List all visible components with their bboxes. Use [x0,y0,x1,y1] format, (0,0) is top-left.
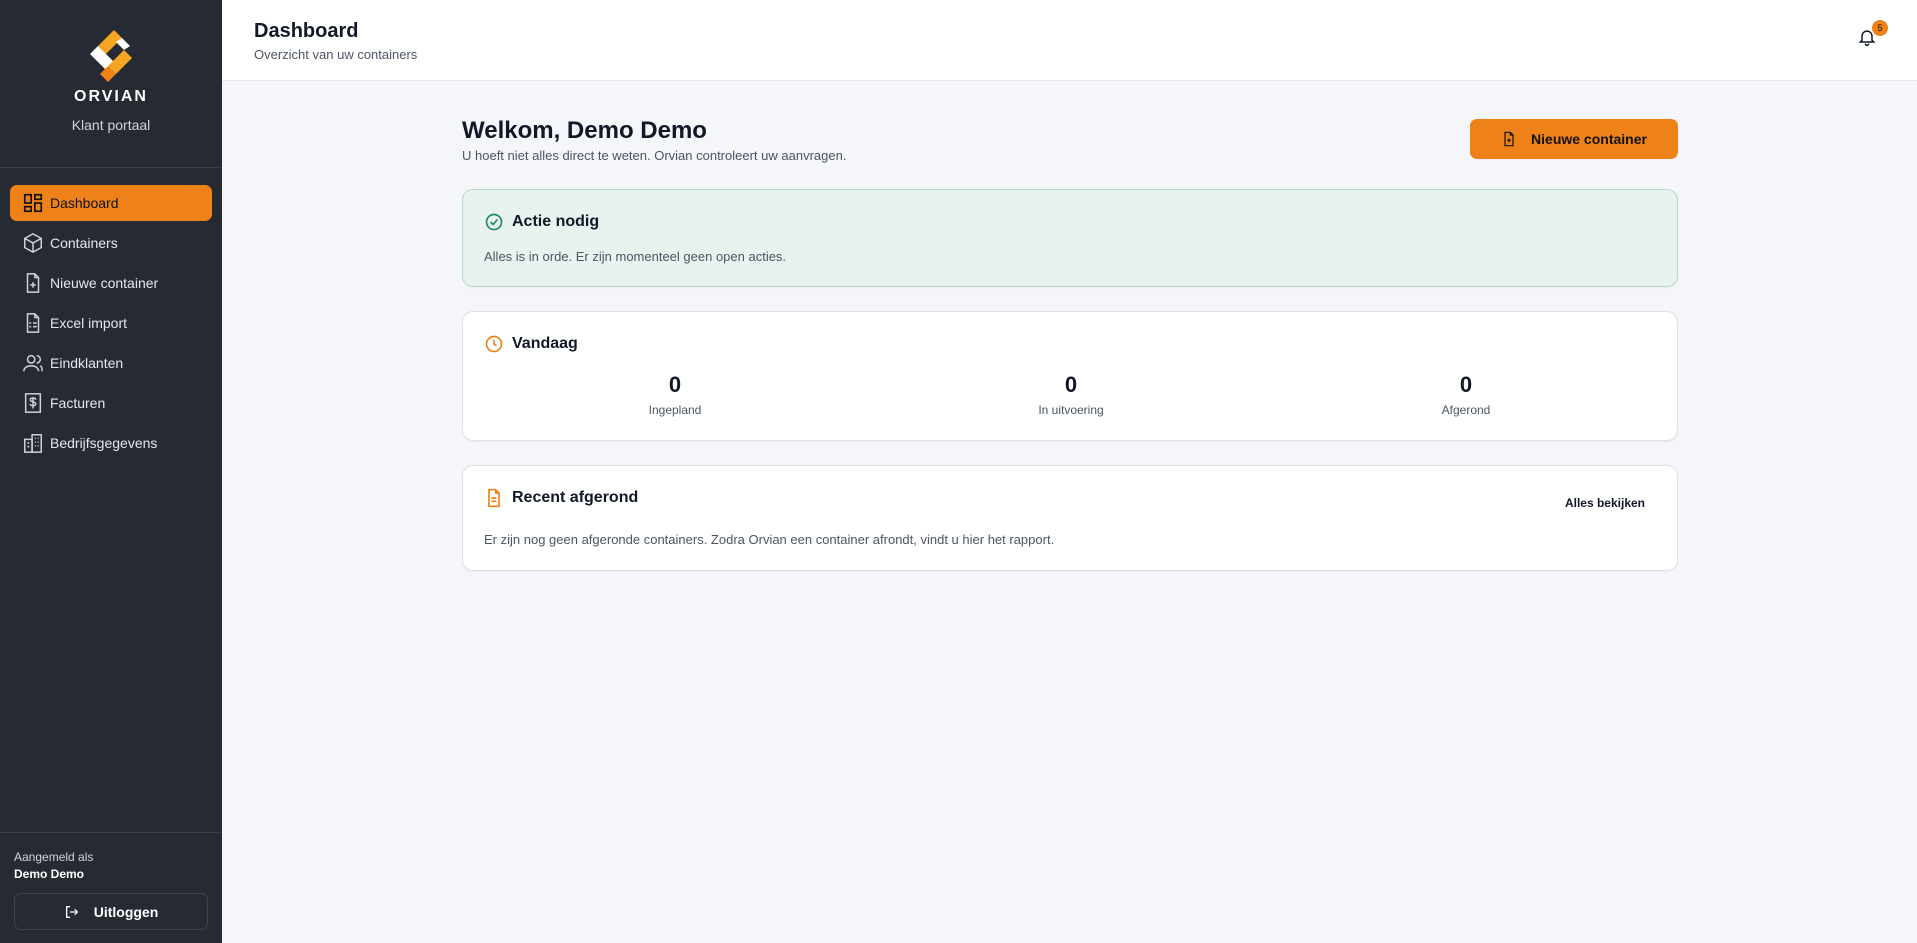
building-icon [22,432,44,454]
sidebar-item-bedrijfsgegevens[interactable]: Bedrijfsgegevens [10,425,212,461]
action-card: Actie nodig Alles is in orde. Er zijn mo… [462,189,1678,287]
file-plus-icon [22,272,44,294]
action-card-title-text: Actie nodig [512,213,600,230]
action-card-title: Actie nodig [484,212,599,232]
sidebar-item-label: Bedrijfsgegevens [50,435,158,451]
stat-label: Afgerond [1441,403,1491,417]
notification-badge: 5 [1872,20,1888,36]
recent-card-text: Er zijn nog geen afgeronde containers. Z… [484,532,1055,547]
stat-in-uitvoering: 0 In uitvoering [921,372,1221,417]
sidebar-item-dashboard[interactable]: Dashboard [10,185,212,221]
logout-label: Uitloggen [93,903,159,920]
box-icon [22,232,44,254]
sidebar-item-containers[interactable]: Containers [10,225,212,261]
stat-label: In uitvoering [1038,403,1104,417]
action-card-text: Alles is in orde. Er zijn momenteel geen… [484,249,787,264]
sidebar-item-label: Nieuwe container [50,275,159,291]
welcome-subtitle: U hoeft niet alles direct te weten. Orvi… [462,148,847,163]
stat-value: 0 [668,372,682,397]
sidebar-item-label: Facturen [50,395,106,411]
sidebar: ORVIAN Klant portaal Dashboard Container… [0,0,222,943]
page-subtitle: Overzicht van uw containers [254,47,418,62]
brand-name: ORVIAN [74,88,148,105]
stat-value: 0 [1459,372,1473,397]
recent-card-title-text: Recent afgerond [512,489,639,506]
today-card-title-text: Vandaag [512,335,578,352]
check-circle-icon [485,213,503,231]
document-icon [488,488,500,508]
stat-ingepland: 0 Ingepland [525,372,825,417]
file-plus-icon [1504,131,1514,147]
user-name: Demo Demo [14,867,85,881]
today-card-title: Vandaag [484,334,578,354]
sidebar-nav: Dashboard Containers Nieuwe container Ex… [0,168,222,461]
page-title: Dashboard [254,20,359,42]
new-container-button[interactable]: Nieuwe container [1470,119,1678,159]
sidebar-item-excel-import[interactable]: Excel import [10,305,212,341]
brand: ORVIAN Klant portaal [0,0,222,168]
stat-label: Ingepland [648,403,702,417]
logout-icon [65,905,78,918]
top-header: Dashboard Overzicht van uw containers 5 [222,0,1917,81]
sidebar-footer: Aangemeld als Demo Demo Uitloggen [0,832,222,943]
invoice-icon [22,392,44,414]
view-all-link[interactable]: Alles bekijken [1565,496,1645,510]
logout-button[interactable]: Uitloggen [14,893,208,930]
spreadsheet-icon [22,312,44,334]
sidebar-item-facturen[interactable]: Facturen [10,385,212,421]
stat-afgerond: 0 Afgerond [1316,372,1616,417]
new-container-label: Nieuwe container [1531,131,1647,147]
sidebar-item-label: Containers [50,235,118,251]
dashboard-icon [22,192,44,214]
stat-value: 0 [1064,372,1078,397]
welcome-heading: Welkom, Demo Demo [462,117,707,144]
signed-in-label: Aangemeld als [14,850,94,864]
sidebar-item-label: Excel import [50,315,128,331]
orvian-logo[interactable] [84,28,138,84]
sidebar-item-new-container[interactable]: Nieuwe container [10,265,212,301]
clock-icon [485,335,503,353]
recent-card: Recent afgerond Alles bekijken Er zijn n… [462,465,1678,571]
sidebar-item-label: Eindklanten [50,355,124,371]
sidebar-item-eindklanten[interactable]: Eindklanten [10,345,212,381]
recent-card-title: Recent afgerond [484,488,638,508]
notifications-button[interactable]: 5 [1857,20,1888,49]
today-card: Vandaag 0 Ingepland 0 In uitvoering 0 Af… [462,311,1678,441]
users-icon [22,352,44,374]
sidebar-item-label: Dashboard [50,195,119,211]
brand-subtitle: Klant portaal [71,117,151,133]
